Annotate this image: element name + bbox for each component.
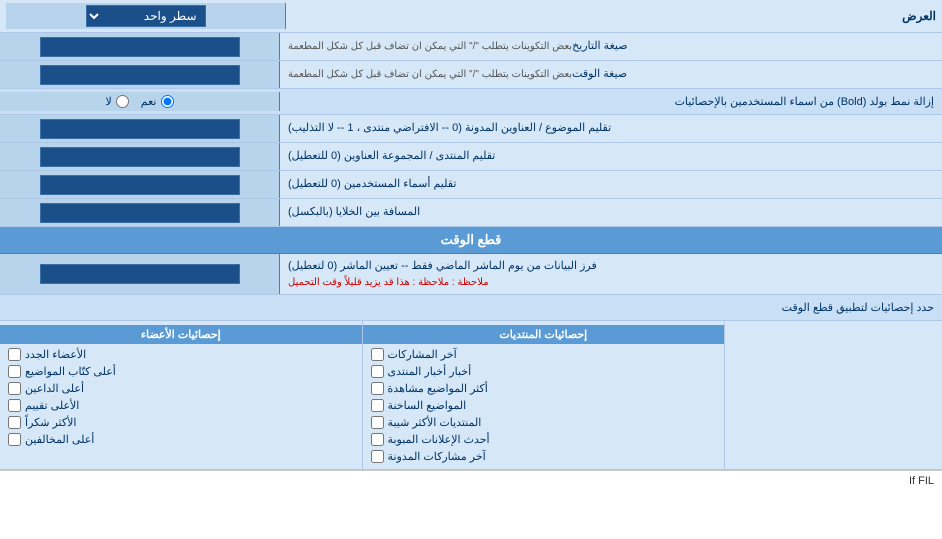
stat-members-3-checkbox[interactable] <box>8 399 21 412</box>
date-format-label: صيغة التاريخ بعض التكوينات يتطلب "/" الت… <box>280 33 942 60</box>
bold-radio-group: نعم لا <box>0 92 280 111</box>
stat-members-2-label: أعلى الداعين <box>25 382 84 395</box>
stat-forums-2-checkbox[interactable] <box>371 382 384 395</box>
cells-distance-row: المسافة بين الخلايا (بالبكسل) 2 <box>0 199 942 227</box>
bold-yes-radio[interactable] <box>161 95 174 108</box>
stat-members-1-label: أعلى كتّاب المواضيع <box>25 365 116 378</box>
bold-no-label: لا <box>106 95 112 108</box>
stats-limit-label: حدد إحصائيات لتطبيق قطع الوقت <box>8 301 934 314</box>
stat-forums-0-label: آخر المشاركات <box>388 348 457 361</box>
stat-item-0: آخر المشاركات <box>363 346 725 363</box>
stats-right-empty-col <box>725 321 942 469</box>
cut-time-note: ملاحظة : ملاحظة : هذا قد يزيد قليلاً وقت… <box>288 275 489 290</box>
stat-members-4-checkbox[interactable] <box>8 416 21 429</box>
stat-member-item-4: الأكثر شكراً <box>0 414 362 431</box>
top-row: العرض سطر واحدسطرينثلاثة أسطر <box>0 0 942 33</box>
bold-row-label: إزالة نمط بولد (Bold) من اسماء المستخدمي… <box>280 92 942 111</box>
stat-item-6: آخر مشاركات المدونة <box>363 448 725 465</box>
date-format-row: صيغة التاريخ بعض التكوينات يتطلب "/" الت… <box>0 33 942 61</box>
stat-member-item-1: أعلى كتّاب المواضيع <box>0 363 362 380</box>
date-format-input-container: d-m <box>0 33 280 60</box>
top-row-label: العرض <box>286 9 936 23</box>
stat-members-0-checkbox[interactable] <box>8 348 21 361</box>
stat-member-item-2: أعلى الداعين <box>0 380 362 397</box>
time-format-row: صيغة الوقت بعض التكوينات يتطلب "/" التي … <box>0 61 942 89</box>
stat-members-0-label: الأعضاء الجدد <box>25 348 86 361</box>
time-format-sublabel: بعض التكوينات يتطلب "/" التي يمكن ان تضا… <box>288 68 572 82</box>
stat-item-4: المنتديات الأكثر شيبة <box>363 414 725 431</box>
cells-distance-input[interactable]: 2 <box>40 203 240 223</box>
stat-forums-6-label: آخر مشاركات المدونة <box>388 450 486 463</box>
bold-no-radio[interactable] <box>116 95 129 108</box>
usernames-label: تقليم أسماء المستخدمين (0 للتعطيل) <box>280 171 942 198</box>
bold-yes-option[interactable]: نعم <box>141 95 174 108</box>
stat-members-5-checkbox[interactable] <box>8 433 21 446</box>
cut-time-label: فرز البيانات من يوم الماشر الماضي فقط --… <box>288 258 597 275</box>
topic-titles-label: تقليم الموضوع / العناوين المدونة (0 -- ا… <box>280 115 942 142</box>
stat-members-1-checkbox[interactable] <box>8 365 21 378</box>
cut-time-description: فرز البيانات من يوم الماشر الماضي فقط --… <box>280 254 942 294</box>
stat-forums-4-label: المنتديات الأكثر شيبة <box>388 416 482 429</box>
main-container: العرض سطر واحدسطرينثلاثة أسطر صيغة التار… <box>0 0 942 491</box>
bold-no-option[interactable]: لا <box>106 95 129 108</box>
time-format-input-container: H:i <box>0 61 280 88</box>
stat-members-5-label: أعلى المخالفين <box>25 433 94 446</box>
cut-time-header: قطع الوقت <box>0 227 942 254</box>
bold-yes-label: نعم <box>141 95 157 108</box>
stat-forums-2-label: أكثر المواضيع مشاهدة <box>388 382 488 395</box>
time-format-input[interactable]: H:i <box>40 65 240 85</box>
time-format-title: صيغة الوقت <box>572 67 627 82</box>
cells-distance-input-container: 2 <box>0 199 280 226</box>
date-format-sublabel: بعض التكوينات يتطلب "/" التي يمكن ان تضا… <box>288 40 572 54</box>
forum-titles-label: تقليم المنتدى / المجموعة العناوين (0 للت… <box>280 143 942 170</box>
cut-time-note-prefix: ملاحظة : <box>449 277 488 288</box>
stat-forums-4-checkbox[interactable] <box>371 416 384 429</box>
topic-titles-input-container: 33 <box>0 115 280 142</box>
stat-member-item-5: أعلى المخالفين <box>0 431 362 448</box>
stat-item-3: المواضيع الساخنة <box>363 397 725 414</box>
usernames-row: تقليم أسماء المستخدمين (0 للتعطيل) 0 <box>0 171 942 199</box>
topic-titles-input[interactable]: 33 <box>40 119 240 139</box>
usernames-input-container: 0 <box>0 171 280 198</box>
stat-item-1: أخبار أخبار المنتدى <box>363 363 725 380</box>
display-select[interactable]: سطر واحدسطرينثلاثة أسطر <box>86 5 206 27</box>
stat-item-2: أكثر المواضيع مشاهدة <box>363 380 725 397</box>
stats-limit-row: حدد إحصائيات لتطبيق قطع الوقت <box>0 295 942 321</box>
stat-forums-6-checkbox[interactable] <box>371 450 384 463</box>
stat-forums-3-checkbox[interactable] <box>371 399 384 412</box>
forum-titles-input-container: 33 <box>0 143 280 170</box>
stat-forums-5-label: أحدث الإعلانات المبوبة <box>388 433 490 446</box>
cut-time-note-text: ملاحظة : هذا قد يزيد قليلاً وقت التحميل <box>288 277 449 288</box>
stats-columns: إحصائيات المنتديات آخر المشاركات أخبار أ… <box>0 321 942 470</box>
topic-titles-row: تقليم الموضوع / العناوين المدونة (0 -- ا… <box>0 115 942 143</box>
stat-forums-1-label: أخبار أخبار المنتدى <box>388 365 472 378</box>
stat-member-item-0: الأعضاء الجدد <box>0 346 362 363</box>
stats-members-col: إحصائيات الأعضاء الأعضاء الجدد أعلى كتّا… <box>0 321 363 469</box>
stats-members-header: إحصائيات الأعضاء <box>0 325 362 344</box>
date-format-input[interactable]: d-m <box>40 37 240 57</box>
top-row-control: سطر واحدسطرينثلاثة أسطر <box>6 3 286 29</box>
date-format-title: صيغة التاريخ <box>572 39 627 54</box>
stat-forums-0-checkbox[interactable] <box>371 348 384 361</box>
stats-forums-col: إحصائيات المنتديات آخر المشاركات أخبار أ… <box>363 321 726 469</box>
forum-titles-input[interactable]: 33 <box>40 147 240 167</box>
cut-time-input-container: 0 <box>0 254 280 294</box>
stat-forums-5-checkbox[interactable] <box>371 433 384 446</box>
stat-members-3-label: الأعلى تقييم <box>25 399 79 412</box>
stat-member-item-3: الأعلى تقييم <box>0 397 362 414</box>
usernames-input[interactable]: 0 <box>40 175 240 195</box>
time-format-label: صيغة الوقت بعض التكوينات يتطلب "/" التي … <box>280 61 942 88</box>
stat-forums-3-label: المواضيع الساخنة <box>388 399 467 412</box>
stat-members-2-checkbox[interactable] <box>8 382 21 395</box>
cut-time-row: فرز البيانات من يوم الماشر الماضي فقط --… <box>0 254 942 295</box>
forum-titles-row: تقليم المنتدى / المجموعة العناوين (0 للت… <box>0 143 942 171</box>
bold-row: إزالة نمط بولد (Bold) من اسماء المستخدمي… <box>0 89 942 115</box>
cut-time-input[interactable]: 0 <box>40 264 240 284</box>
stat-members-4-label: الأكثر شكراً <box>25 416 76 429</box>
stats-forums-header: إحصائيات المنتديات <box>363 325 725 344</box>
stat-forums-1-checkbox[interactable] <box>371 365 384 378</box>
stat-item-5: أحدث الإعلانات المبوبة <box>363 431 725 448</box>
bottom-text: If FIL <box>0 470 942 491</box>
cells-distance-label: المسافة بين الخلايا (بالبكسل) <box>280 199 942 226</box>
